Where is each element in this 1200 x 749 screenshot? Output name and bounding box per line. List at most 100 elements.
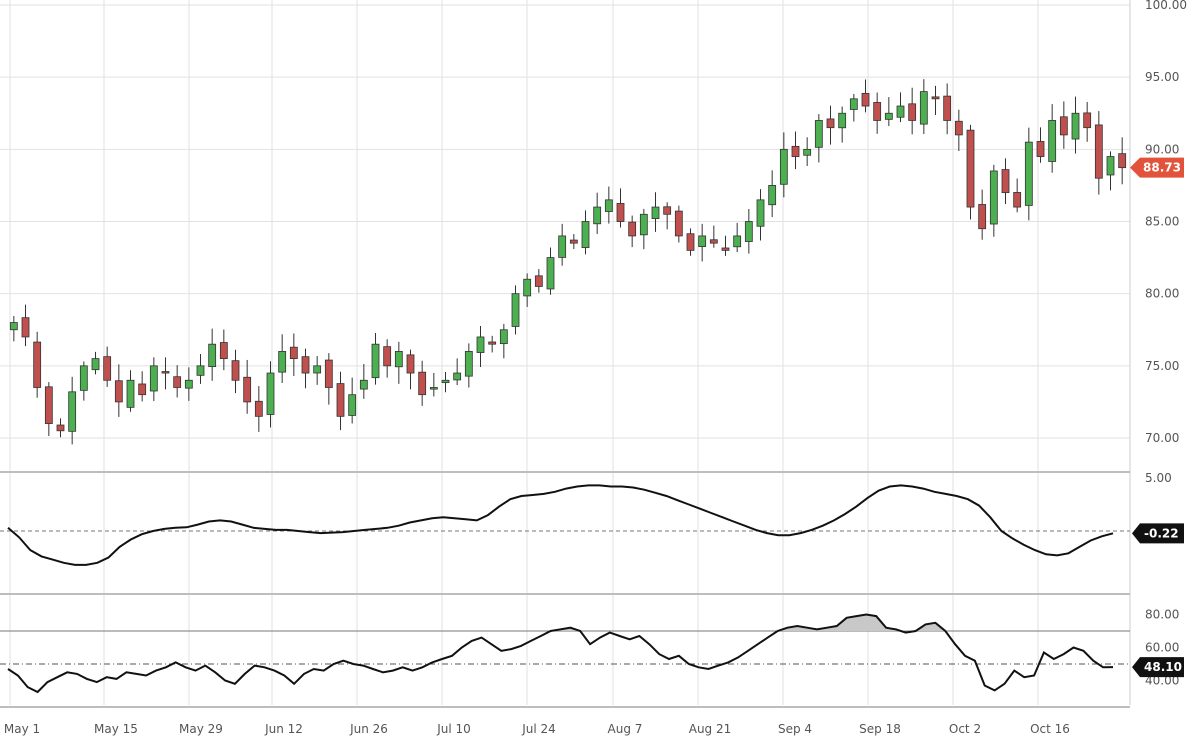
candle-24 xyxy=(289,333,298,376)
candle-71 xyxy=(838,106,847,143)
candle-body-86 xyxy=(1013,192,1022,208)
candle-body-11 xyxy=(138,383,147,396)
x-tick-label-12: Oct 16 xyxy=(1030,722,1070,736)
candle-body-3 xyxy=(44,386,53,424)
candle-81 xyxy=(954,109,963,151)
candle-87 xyxy=(1024,127,1033,221)
candle-90 xyxy=(1059,101,1068,149)
candle-54 xyxy=(639,208,648,250)
candle-50 xyxy=(593,192,602,234)
candle-39 xyxy=(464,343,473,388)
candle-46 xyxy=(546,247,555,295)
candle-body-59 xyxy=(698,235,707,248)
candle-53 xyxy=(628,215,637,248)
candle-body-95 xyxy=(1118,153,1127,169)
candle-body-36 xyxy=(429,387,438,390)
candle-7 xyxy=(91,351,100,375)
candle-body-10 xyxy=(126,379,135,408)
candle-61 xyxy=(721,235,730,256)
candle-body-51 xyxy=(604,199,613,212)
candle-body-92 xyxy=(1083,112,1092,129)
candle-16 xyxy=(196,353,205,384)
candle-body-6 xyxy=(79,365,88,391)
candle-body-79 xyxy=(931,96,940,100)
candle-body-22 xyxy=(266,372,275,415)
candle-body-93 xyxy=(1094,124,1103,179)
candle-body-72 xyxy=(849,98,858,110)
candle-78 xyxy=(919,79,928,135)
candle-body-68 xyxy=(803,148,812,156)
candle-68 xyxy=(803,137,812,166)
price-tick-label-5: 95.00 xyxy=(1145,70,1179,84)
price-tick-label-1: 75.00 xyxy=(1145,359,1179,373)
x-tick-label-4: Jun 26 xyxy=(349,722,388,736)
candle-22 xyxy=(266,361,275,428)
x-tick-label-7: Aug 7 xyxy=(608,722,643,736)
candle-body-20 xyxy=(243,376,252,403)
candle-6 xyxy=(79,361,88,401)
candle-21 xyxy=(254,386,263,432)
candle-body-27 xyxy=(324,359,333,388)
candle-31 xyxy=(371,332,380,385)
candle-92 xyxy=(1083,101,1092,142)
candle-13 xyxy=(161,357,170,390)
stock-chart: May 1 May 15 May 29 Jun 12 Jun 26 Jul 10 Jul 2… xyxy=(0,0,1187,736)
candle-91 xyxy=(1071,96,1080,154)
candle-11 xyxy=(138,371,147,402)
candle-47 xyxy=(558,223,567,266)
candle-body-40 xyxy=(476,336,485,353)
candle-body-71 xyxy=(838,112,847,129)
candle-body-30 xyxy=(359,379,368,390)
candle-77 xyxy=(908,87,917,135)
candle-body-35 xyxy=(418,371,427,396)
candle-60 xyxy=(709,225,718,248)
candle-79 xyxy=(931,85,940,115)
candle-body-61 xyxy=(721,247,730,251)
candle-89 xyxy=(1048,104,1057,173)
candle-10 xyxy=(126,370,135,412)
candle-body-28 xyxy=(336,383,345,417)
candle-70 xyxy=(826,105,835,145)
candle-body-94 xyxy=(1106,156,1115,176)
candle-76 xyxy=(896,92,905,123)
price-tick-label-0: 70.00 xyxy=(1145,431,1179,445)
candle-body-55 xyxy=(651,206,660,219)
candle-84 xyxy=(989,164,998,237)
candle-body-26 xyxy=(313,365,322,374)
candle-body-29 xyxy=(348,394,357,416)
candle-18 xyxy=(219,329,228,371)
candle-body-43 xyxy=(511,293,520,327)
candle-69 xyxy=(814,114,823,163)
last-price-label: 88.73 xyxy=(1143,161,1181,175)
candle-49 xyxy=(581,210,590,255)
candle-body-52 xyxy=(616,203,625,222)
candle-32 xyxy=(383,339,392,378)
candle-42 xyxy=(499,323,508,359)
candle-14 xyxy=(173,365,182,398)
candle-body-50 xyxy=(593,206,602,225)
candle-body-63 xyxy=(744,221,753,242)
candle-body-73 xyxy=(861,92,870,107)
candle-body-77 xyxy=(908,103,917,121)
candle-body-46 xyxy=(546,257,555,290)
candle-body-78 xyxy=(919,91,928,125)
candle-body-44 xyxy=(523,278,532,297)
candle-body-21 xyxy=(254,400,263,417)
candle-body-5 xyxy=(68,391,77,432)
x-tick-label-3: Jun 12 xyxy=(264,722,303,736)
candle-body-67 xyxy=(791,145,800,157)
candle-body-58 xyxy=(686,233,695,251)
candle-body-56 xyxy=(663,206,672,215)
candle-72 xyxy=(849,93,858,122)
candle-body-38 xyxy=(453,372,462,381)
candle-body-81 xyxy=(954,120,963,136)
candle-body-80 xyxy=(943,95,952,121)
candle-body-18 xyxy=(219,342,228,360)
candle-body-87 xyxy=(1024,141,1033,206)
candle-body-34 xyxy=(406,354,415,374)
price-tick-label-2: 80.00 xyxy=(1145,287,1179,301)
candle-20 xyxy=(243,359,252,414)
candle-0 xyxy=(9,316,18,342)
candle-45 xyxy=(534,269,543,293)
candle-37 xyxy=(441,371,450,393)
